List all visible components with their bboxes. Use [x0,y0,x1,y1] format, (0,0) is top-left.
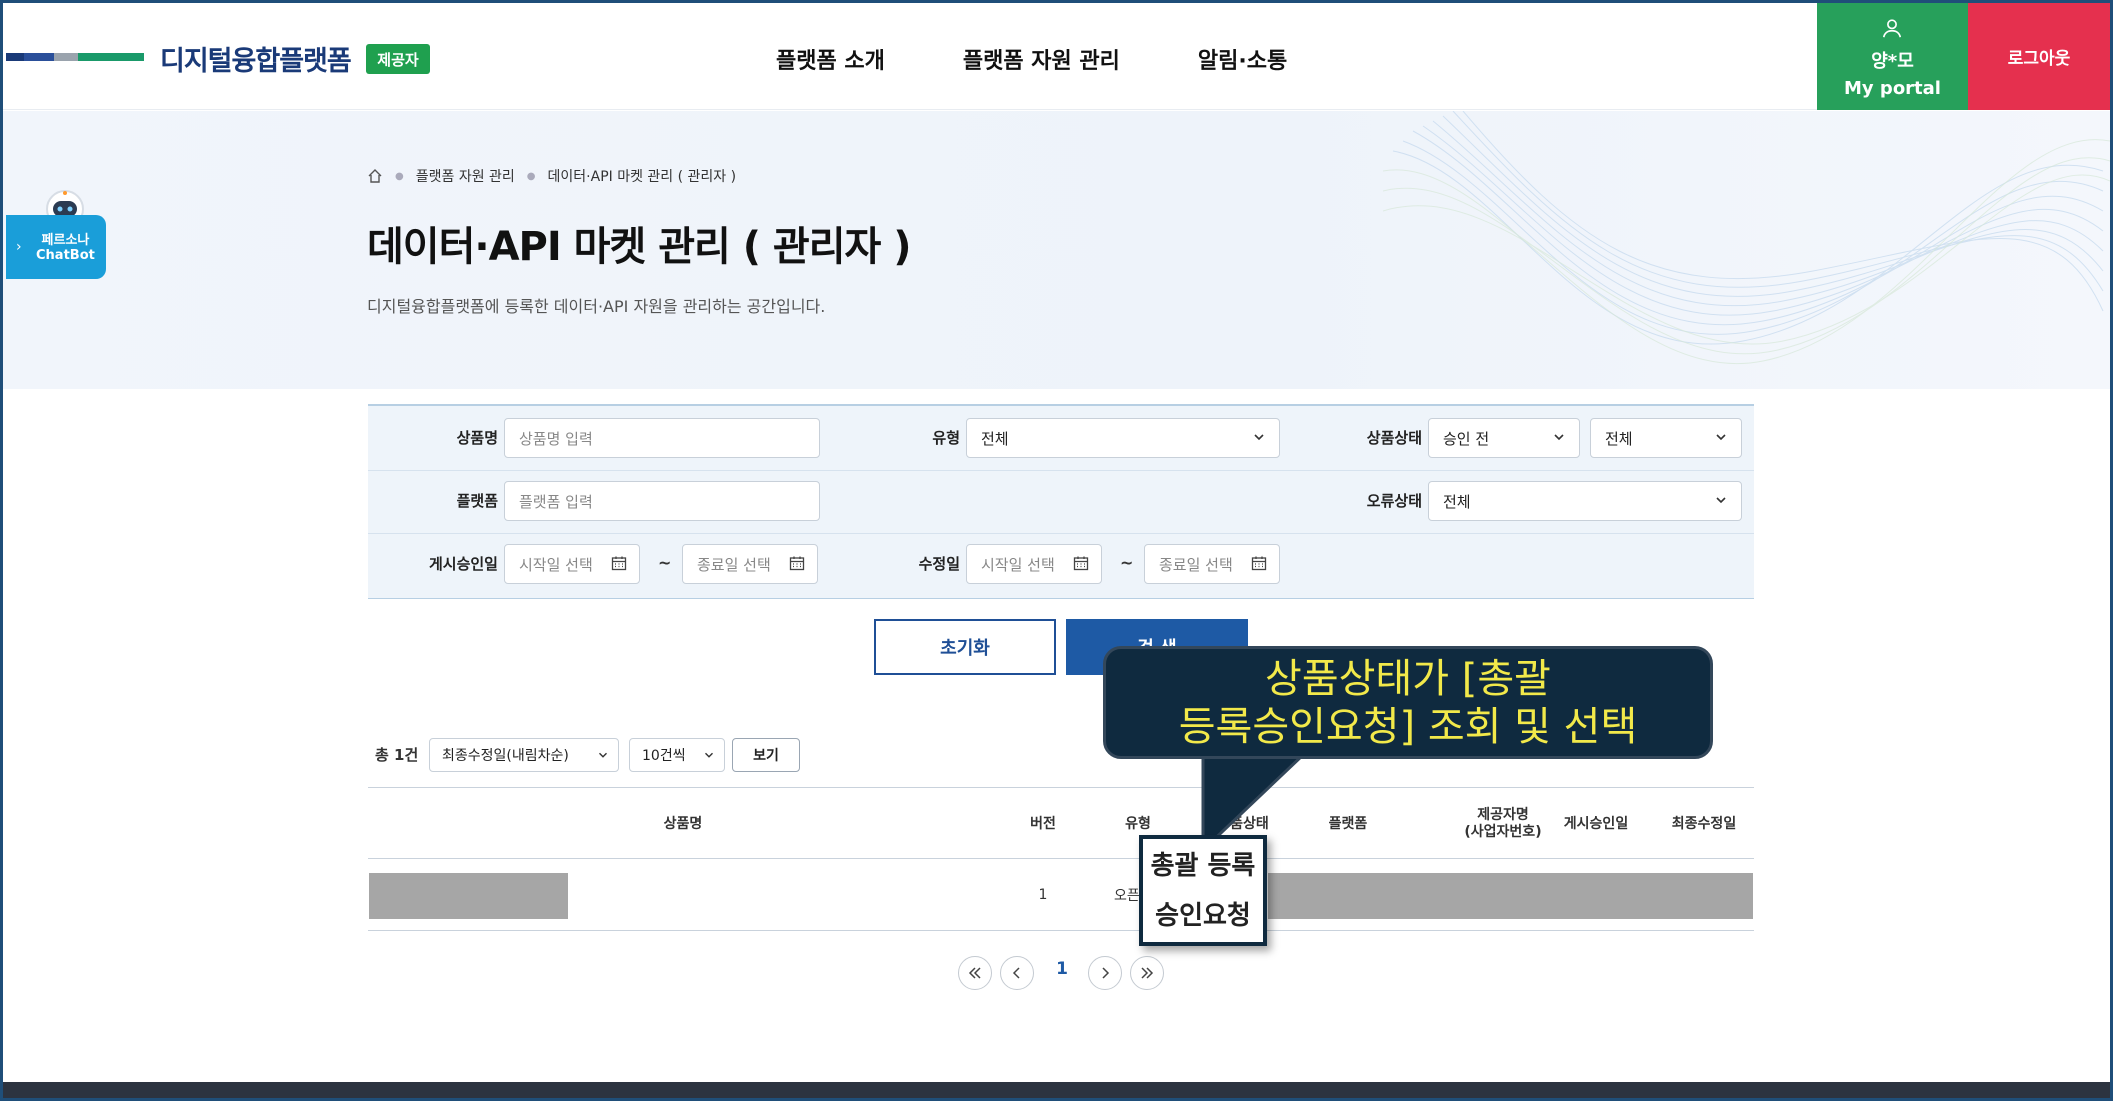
chatbot-label-1: 페르소나 [41,233,90,248]
type-select-value: 전체 [981,429,1009,448]
status-select-secondary[interactable]: 전체 [1590,418,1742,458]
provider-badge: 제공자 [366,44,430,74]
annotation-line-2: 등록승인요청] 조회 및 선택 [1178,704,1638,750]
th-provider-line2: (사업자번호) [1464,824,1542,840]
error-status-select[interactable]: 전체 [1428,481,1742,521]
chevron-down-icon [1716,497,1726,504]
status-label: 상품상태 [1366,429,1422,447]
sort-select-value: 최종수정일(내림차순) [442,748,569,764]
th-provider-line1: 제공자명 [1477,807,1529,823]
breadcrumb-item-resource[interactable]: 플랫폼 자원 관리 [416,166,515,186]
chevron-down-icon [705,752,713,758]
chevron-down-icon [1254,434,1264,441]
footer-bar [3,1082,2110,1098]
last-page-button[interactable] [1130,956,1164,990]
screenshot-frame: 디지털융합플랫폼 제공자 플랫폼 소개 플랫폼 자원 관리 알림·소통 양*모 … [0,0,2113,1101]
first-page-button[interactable] [958,956,992,990]
type-label: 유형 [932,429,960,447]
my-portal-button[interactable]: 양*모 My portal [1817,3,1968,110]
zoom-line-2: 승인요청 [1155,900,1251,931]
approval-end-date[interactable]: 종료일 선택 [682,544,818,584]
next-page-button[interactable] [1088,956,1122,990]
zoom-line-1: 총괄 등록 [1150,850,1256,881]
top-header: 디지털융합플랫폼 제공자 플랫폼 소개 플랫폼 자원 관리 알림·소통 양*모 … [3,3,2110,110]
status-select-primary-value: 승인 전 [1443,429,1490,448]
page-title: 데이터·API 마켓 관리 ( 관리자 ) [367,224,912,270]
breadcrumb-item-current: 데이터·API 마켓 관리 ( 관리자 ) [547,169,737,185]
product-name-label: 상품명 [456,429,498,447]
platform-input[interactable]: 플랫폼 입력 [504,481,820,521]
user-name: 양*모 [1871,51,1914,72]
calendar-icon[interactable] [1251,555,1267,571]
chevron-down-icon [1716,434,1726,441]
modified-end-placeholder: 종료일 선택 [1159,555,1233,574]
table-header: 상품명 버전 유형 상품상태 플랫폼 제공자명 (사업자번호) 게시승인일 최종… [368,787,1754,859]
page-size-value: 10건씩 [642,748,686,764]
reset-button[interactable]: 초기화 [874,619,1056,675]
redacted-details [1268,873,1753,919]
sort-select[interactable]: 최종수정일(내림차순) [429,738,619,772]
home-icon[interactable] [367,168,383,184]
calendar-icon[interactable] [789,555,805,571]
chevron-down-icon [599,752,607,758]
site-logo[interactable]: 디지털융합플랫폼 [160,39,352,78]
th-version: 버전 [1030,815,1056,832]
portal-label: My portal [1844,78,1941,99]
chevron-right-icon [1102,967,1110,979]
cell-version: 1 [1038,887,1048,903]
annotation-line-1: 상품상태가 [총괄 [1265,656,1551,702]
nav-item-resource-management[interactable]: 플랫폼 자원 관리 [963,43,1120,75]
nav-item-platform-intro[interactable]: 플랫폼 소개 [776,43,885,75]
modified-end-date[interactable]: 종료일 선택 [1144,544,1280,584]
double-chevron-left-icon [968,967,981,979]
platform-label: 플랫폼 [456,492,498,510]
chevron-left-icon [1012,967,1020,979]
page-size-select[interactable]: 10건씩 [629,738,725,772]
calendar-icon[interactable] [1073,555,1089,571]
chevron-down-icon [1554,434,1564,441]
type-select[interactable]: 전체 [966,418,1280,458]
total-count: 총 1건 [375,746,419,764]
double-chevron-right-icon [1141,967,1154,979]
th-name[interactable]: 상품명 [368,788,998,860]
approval-start-placeholder: 시작일 선택 [519,555,593,574]
chatbot-button[interactable]: › 페르소나 ChatBot [6,215,106,279]
date-range-separator: ~ [1120,553,1134,572]
status-select-secondary-value: 전체 [1605,429,1633,448]
user-icon [1882,19,1902,38]
annotation-callout: 상품상태가 [총괄 등록승인요청] 조회 및 선택 [1103,646,1713,759]
prev-page-button[interactable] [1000,956,1034,990]
approval-date-label: 게시승인일 [428,555,498,573]
approval-start-date[interactable]: 시작일 선택 [504,544,640,584]
redacted-name [369,873,568,919]
th-approval-date: 게시승인일 [1563,815,1629,832]
search-panel: 상품명 상품명 입력 유형 전체 상품상태 승인 전 전체 플랫폼 플랫폼 입력… [368,404,1754,599]
error-status-label: 오류상태 [1366,492,1422,510]
chatbot-label-2: ChatBot [36,248,95,263]
table-row[interactable]: 1 오픈API [368,859,1754,931]
error-status-value: 전체 [1443,492,1471,511]
view-button[interactable]: 보기 [732,738,800,772]
approval-end-placeholder: 종료일 선택 [697,555,771,574]
modified-date-label: 수정일 [918,555,960,573]
main-nav: 플랫폼 소개 플랫폼 자원 관리 알림·소통 [776,43,1287,75]
annotation-zoom-status: 총괄 등록 승인요청 [1139,835,1267,946]
breadcrumb: ● 플랫폼 자원 관리 ● 데이터·API 마켓 관리 ( 관리자 ) [367,166,736,186]
decorative-waves [1383,111,2110,364]
modified-start-placeholder: 시작일 선택 [981,555,1055,574]
page-description: 디지털융합플랫폼에 등록한 데이터·API 자원을 관리하는 공간입니다. [367,297,826,316]
page-number-current[interactable]: 1 [1052,959,1072,979]
th-modified-date: 최종수정일 [1671,815,1737,832]
calendar-icon[interactable] [611,555,627,571]
date-range-separator: ~ [658,553,672,572]
page-hero: ● 플랫폼 자원 관리 ● 데이터·API 마켓 관리 ( 관리자 ) 데이터·… [3,111,2110,389]
logo-color-bar [6,53,144,61]
product-name-input[interactable]: 상품명 입력 [504,418,820,458]
modified-start-date[interactable]: 시작일 선택 [966,544,1102,584]
nav-item-notice[interactable]: 알림·소통 [1198,43,1287,75]
status-select-primary[interactable]: 승인 전 [1428,418,1580,458]
chevron-right-icon: › [16,239,22,255]
logout-button[interactable]: 로그아웃 [1968,3,2110,110]
